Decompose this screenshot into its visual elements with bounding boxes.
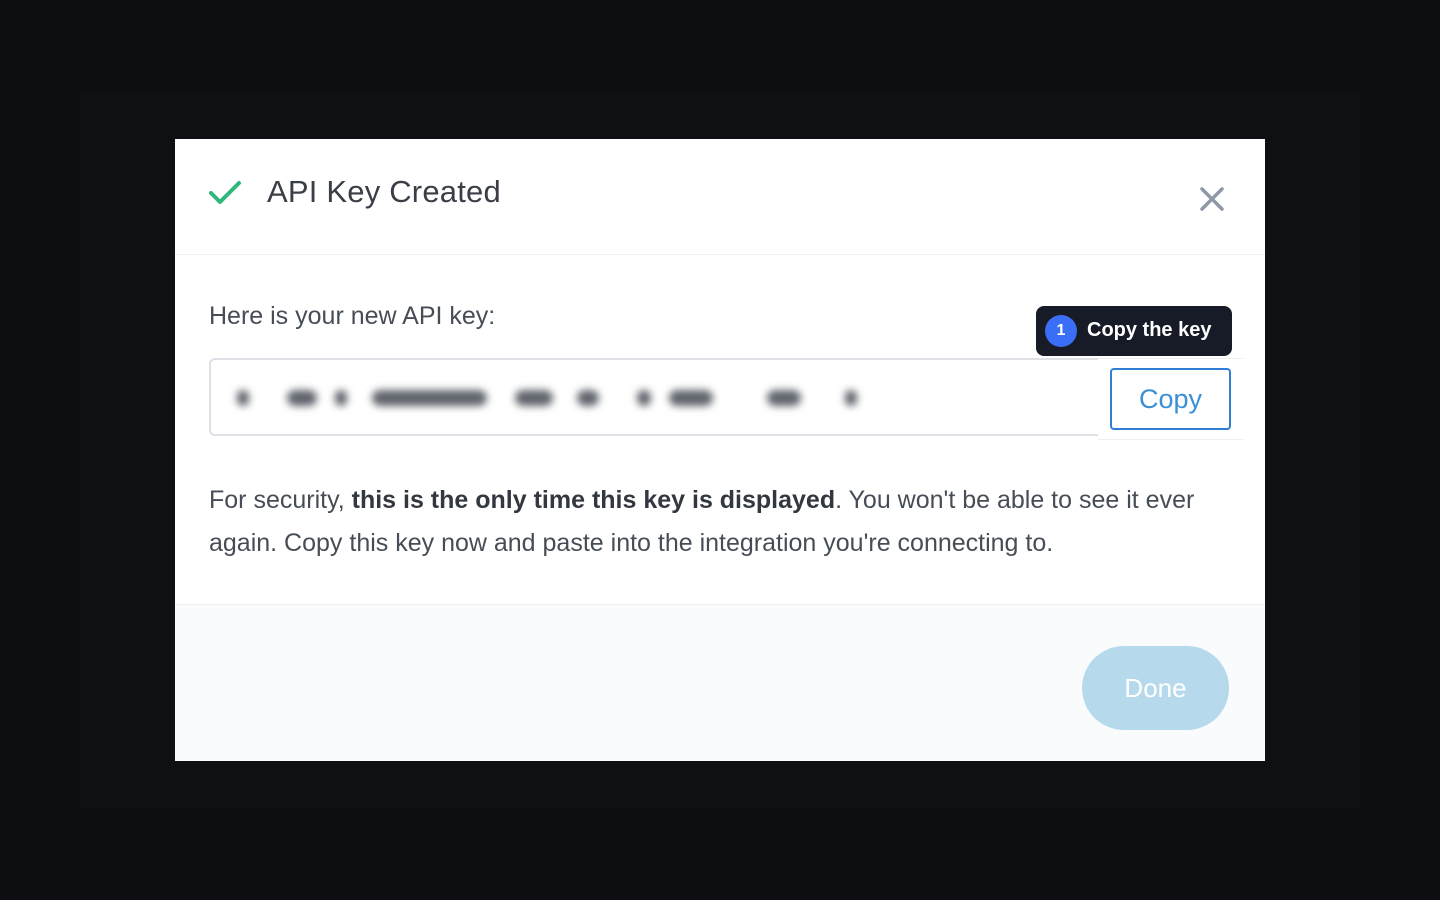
modal-footer: Done [175,604,1265,761]
security-notice-prefix: For security, [209,486,352,514]
modal-title: API Key Created [267,174,501,209]
api-key-field[interactable] [209,358,1109,436]
api-key-created-modal: API Key Created Here is your new API key… [175,139,1265,761]
tooltip-text: Copy the key [1087,319,1212,341]
blurred-api-key [237,386,857,410]
check-icon [209,181,241,204]
security-notice: For security, this is the only time this… [209,479,1229,565]
api-key-label: Here is your new API key: [209,302,496,330]
modal-header: API Key Created [175,139,1265,255]
security-notice-bold: this is the only time this key is displa… [351,486,836,514]
copy-hint-tooltip: 1 Copy the key [1036,306,1232,356]
step-badge: 1 [1045,315,1077,347]
copy-button[interactable]: Copy [1110,368,1231,430]
close-icon[interactable] [1197,184,1227,214]
done-button[interactable]: Done [1082,646,1229,730]
